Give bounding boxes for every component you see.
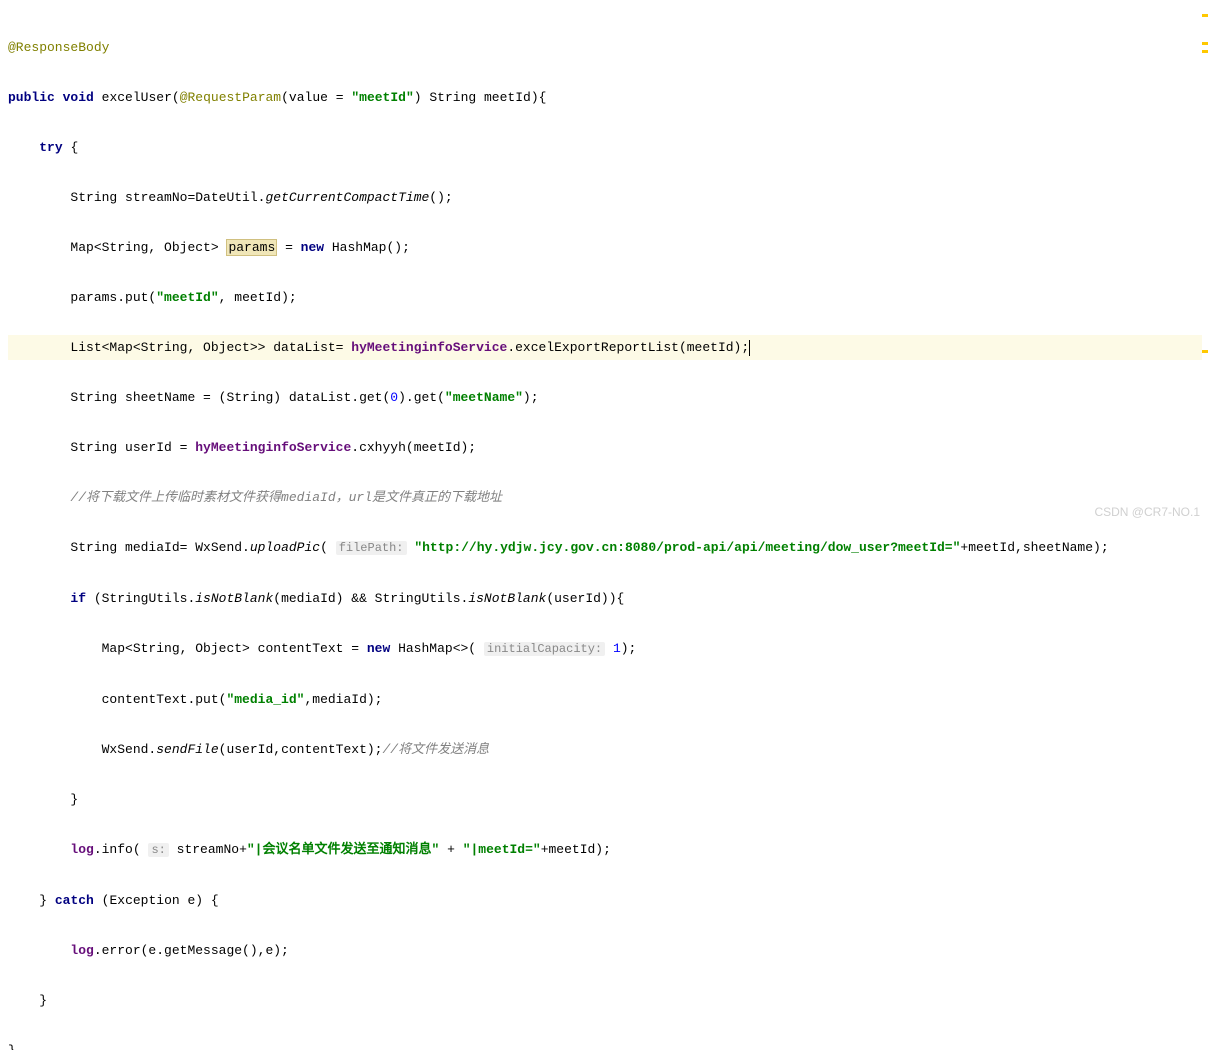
code-line: String streamNo=DateUtil.getCurrentCompa… — [8, 185, 1202, 210]
code-line-highlighted: List<Map<String, Object>> dataList= hyMe… — [8, 335, 1202, 360]
code-line: Map<String, Object> contentText = new Ha… — [8, 636, 1202, 662]
code-line: public void excelUser(@RequestParam(valu… — [8, 85, 1202, 110]
code-line: String sheetName = (String) dataList.get… — [8, 385, 1202, 410]
code-line: String mediaId= WxSend.uploadPic( filePa… — [8, 535, 1202, 561]
annotation: @ResponseBody — [8, 40, 109, 55]
code-line: //将下载文件上传临时素材文件获得mediaId，url是文件真正的下载地址 — [8, 485, 1202, 510]
param-hint: s: — [148, 843, 168, 857]
watermark: CSDN @CR7-NO.1 — [1094, 505, 1200, 519]
param-hint: initialCapacity: — [484, 642, 605, 656]
unused-variable-warning: params — [226, 239, 277, 256]
code-line: } catch (Exception e) { — [8, 888, 1202, 913]
code-line: String userId = hyMeetinginfoService.cxh… — [8, 435, 1202, 460]
gutter-warning-marker[interactable] — [1202, 50, 1208, 53]
code-line: } — [8, 1038, 1202, 1050]
code-editor[interactable]: @ResponseBody public void excelUser(@Req… — [0, 0, 1210, 1050]
comment: //将文件发送消息 — [382, 742, 489, 757]
gutter-warning-marker[interactable] — [1202, 350, 1208, 353]
code-line: WxSend.sendFile(userId,contentText);//将文… — [8, 737, 1202, 762]
code-line: @ResponseBody — [8, 35, 1202, 60]
code-line: Map<String, Object> params = new HashMap… — [8, 235, 1202, 260]
code-line: } — [8, 988, 1202, 1013]
code-line: log.info( s: streamNo+"|会议名单文件发送至通知消息" +… — [8, 837, 1202, 863]
code-line: try { — [8, 135, 1202, 160]
comment: //将下载文件上传临时素材文件获得mediaId，url是文件真正的下载地址 — [70, 490, 502, 505]
code-line: params.put("meetId", meetId); — [8, 285, 1202, 310]
param-hint: filePath: — [336, 541, 407, 555]
code-line: if (StringUtils.isNotBlank(mediaId) && S… — [8, 586, 1202, 611]
code-line: log.error(e.getMessage(),e); — [8, 938, 1202, 963]
code-line: } — [8, 787, 1202, 812]
code-line: contentText.put("media_id",mediaId); — [8, 687, 1202, 712]
gutter-warning-marker[interactable] — [1202, 42, 1208, 45]
gutter-warning-marker[interactable] — [1202, 14, 1208, 17]
text-caret — [749, 340, 750, 356]
